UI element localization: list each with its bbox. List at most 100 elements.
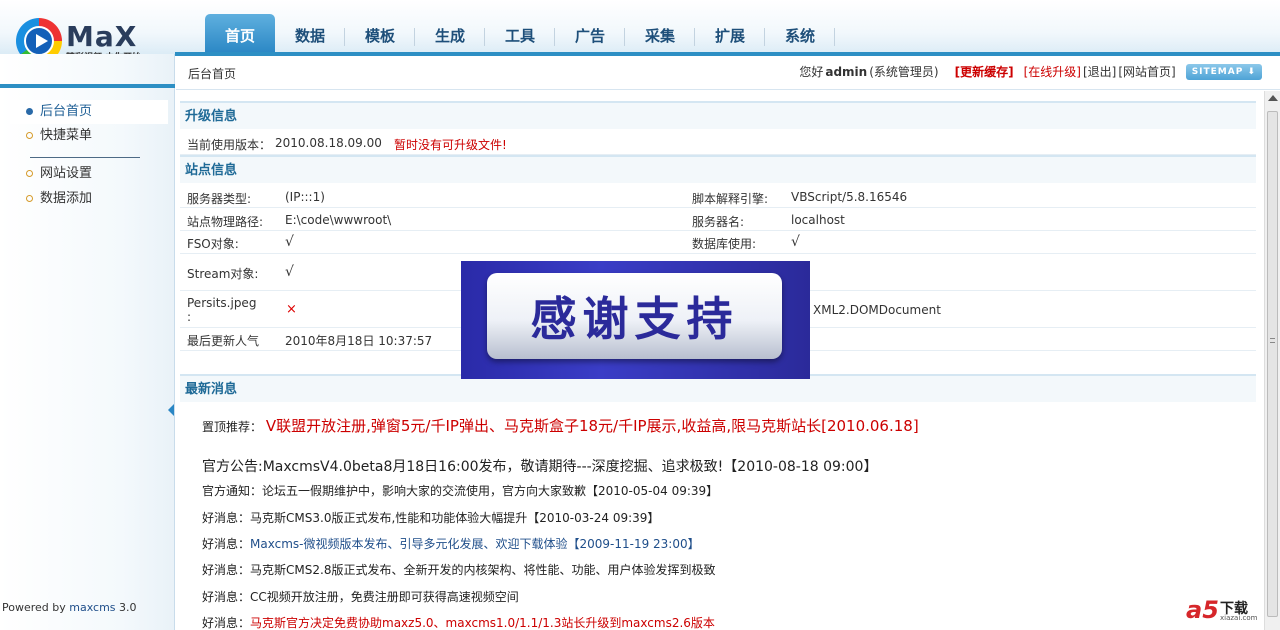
banner-plate: 感谢支持 [487,273,782,359]
fso-check-icon: √ [285,234,294,250]
db-label: 数据库使用: [692,237,757,251]
news-item[interactable]: 好消息：马克斯CMS3.0版正式发布,性能和功能体验大幅提升【2010-03-2… [202,509,659,526]
main-nav: 首页 数据 模板 生成 工具 广告 采集 扩展 系统 [205,14,835,54]
bullet-icon [26,170,33,177]
news-prefix: 好消息： [202,537,251,551]
stream-check-icon: √ [285,264,294,280]
site-home-link[interactable]: [网站首页] [1118,63,1175,80]
breadcrumb-bar: 后台首页 您好 admin (系统管理员) [更新缓存] [在线升级] [退出]… [176,56,1280,90]
sidebar-item-label: 数据添加 [40,191,93,206]
news-text[interactable]: 马克斯官方决定免费协助maxz5.0、maxcms1.0/1.1/1.3站长升级… [250,616,715,630]
news-text[interactable]: 论坛五一假期维护中，影响大家的交流使用，官方向大家致歉【2010-05-04 0… [262,484,718,498]
powered-version: 3.0 [119,601,137,614]
news-text[interactable]: 马克斯CMS2.8版正式发布、全新开发的内核架构、将性能、功能、用户体验发挥到极… [250,563,715,577]
thanks-banner: 感谢支持 [461,261,810,379]
sidebar-item-shortcut-menu[interactable]: 快捷菜单 [10,124,168,148]
xml-value: XML2.DOMDocument [813,303,941,317]
server-name-label: 服务器名: [692,215,745,229]
powered-by: Powered by maxcms 3.0 [2,601,137,614]
breadcrumb: 后台首页 [188,67,237,81]
upgrade-row: 当前使用版本： 2010.08.18.09.00 暂时没有可升级文件! [180,131,1256,155]
script-engine-value: VBScript/5.8.16546 [791,190,908,204]
persits-colon: : [187,310,192,324]
server-type-value: (IP:::1) [285,190,325,204]
bullet-icon [26,108,33,115]
news-text[interactable]: CC视频开放注册，免费注册即可获得高速视频空间 [250,590,519,604]
logo-wordmark: MaX [66,20,138,53]
user-role: (系统管理员) [869,65,939,79]
logout-link[interactable]: [退出] [1083,63,1116,80]
site-info-title: 站点信息 [180,155,1256,183]
news-prefix: 好消息： [202,511,251,525]
sidebar-item-label: 后台首页 [40,104,93,119]
sidebar-item-label: 网站设置 [40,166,93,181]
powered-brand-link[interactable]: maxcms [69,601,115,614]
nav-tab-home[interactable]: 首页 [205,14,275,54]
nav-tab-system[interactable]: 系统 [765,14,835,54]
grip-icon [1270,338,1275,343]
refresh-cache-link[interactable]: [更新缓存] [955,63,1014,80]
news-prefix: 好消息： [202,590,251,604]
sidebar-item-site-settings[interactable]: 网站设置 [10,162,168,186]
script-engine-label: 脚本解释引擎: [692,192,769,206]
nav-tab-tools[interactable]: 工具 [485,14,555,54]
news-prefix: 好消息： [202,563,251,577]
news-item[interactable]: 好消息：CC视频开放注册，免费注册即可获得高速视频空间 [202,588,519,605]
last-update-label: 最后更新人气 [187,334,260,348]
banner-text: 感谢支持 [530,292,739,346]
physical-path-label: 站点物理路径: [187,215,264,229]
pinned-label: 置顶推荐： [202,420,263,434]
bullet-icon [26,132,33,139]
bullet-icon [26,195,33,202]
stream-label: Stream对象: [187,267,259,281]
version-value: 2010.08.18.09.00 [275,136,382,150]
greeting: 您好 [799,65,824,79]
sidebar-item-add-data[interactable]: 数据添加 [10,187,168,211]
nav-tab-extend[interactable]: 扩展 [695,14,765,54]
upgrade-info-title: 升级信息 [180,101,1256,129]
nav-tab-ads[interactable]: 广告 [555,14,625,54]
fso-label: FSO对象: [187,237,239,251]
powered-prefix: Powered by [2,601,66,614]
a5-logo-mark: a5 [1186,596,1219,624]
no-update-message: 暂时没有可升级文件! [394,138,507,152]
news-prefix: 好消息： [202,616,251,630]
nav-tab-generate[interactable]: 生成 [415,14,485,54]
persits-cross-icon: × [286,302,297,317]
news-text[interactable]: Maxcms-微视频版本发布、引导多元化发展、欢迎下载体验【2009-11-19… [250,537,700,551]
sidebar-item-label: 快捷菜单 [40,128,93,143]
nav-tab-data[interactable]: 数据 [275,14,345,54]
top-header: MaX 精彩视频 由你开始 首页 数据 模板 生成 工具 广告 采集 扩展 系统 [0,0,1280,64]
official-announcement[interactable]: 官方公告:MaxcmsV4.0beta8月18日16:00发布，敬请期待---深… [202,456,877,476]
vertical-scrollbar[interactable] [1264,91,1280,630]
nav-tab-template[interactable]: 模板 [345,14,415,54]
news-item[interactable]: 好消息：Maxcms-微视频版本发布、引导多元化发展、欢迎下载体验【2009-1… [202,535,700,552]
pinned-news[interactable]: 置顶推荐： V联盟开放注册,弹窗5元/千IP弹出、马克斯盒子18元/千IP展示,… [202,415,919,436]
online-upgrade-link[interactable]: [在线升级] [1024,63,1081,80]
news-item[interactable]: 好消息：马克斯CMS2.8版正式发布、全新开发的内核架构、将性能、功能、用户体验… [202,561,715,578]
sidebar-top-bar [0,84,175,88]
server-type-label: 服务器类型: [187,192,252,206]
nav-tab-collect[interactable]: 采集 [625,14,695,54]
user-bar: 您好 admin (系统管理员) [更新缓存] [在线升级] [退出] [网站首… [799,63,1262,80]
server-name-value: localhost [791,213,845,227]
collapse-sidebar-icon[interactable] [168,404,174,416]
news-item[interactable]: 官方通知：论坛五一假期维护中，影响大家的交流使用，官方向大家致歉【2010-05… [202,482,718,499]
news-item[interactable]: 好消息：马克斯官方决定免费协助maxz5.0、maxcms1.0/1.1/1.3… [202,614,715,630]
a5-watermark: a5 下载 xiazai.com [1186,596,1266,624]
watermark-sub: xiazai.com [1220,614,1258,622]
scrollbar-thumb[interactable] [1267,111,1278,617]
scroll-up-arrow-icon[interactable] [1268,95,1278,101]
info-row: 站点物理路径: E:\code\wwwroot\ 服务器名: localhost [180,208,1256,231]
persits-label: Persits.jpeg [187,296,257,310]
info-row: 服务器类型: (IP:::1) 脚本解释引擎: VBScript/5.8.165… [180,185,1256,208]
physical-path-value: E:\code\wwwroot\ [285,213,392,227]
pinned-text[interactable]: V联盟开放注册,弹窗5元/千IP弹出、马克斯盒子18元/千IP展示,收益高,限马… [266,417,919,435]
username: admin [825,64,868,79]
sitemap-button[interactable]: SITEMAP ⬇ [1185,63,1262,80]
news-text[interactable]: 马克斯CMS3.0版正式发布,性能和功能体验大幅提升【2010-03-24 09… [250,511,659,525]
sidebar: 后台首页 快捷菜单 网站设置 数据添加 Powered by maxcms 3.… [0,54,175,630]
db-check-icon: √ [791,234,800,250]
sidebar-item-dashboard[interactable]: 后台首页 [10,100,168,124]
info-row: FSO对象: √ 数据库使用: √ [180,231,1256,254]
